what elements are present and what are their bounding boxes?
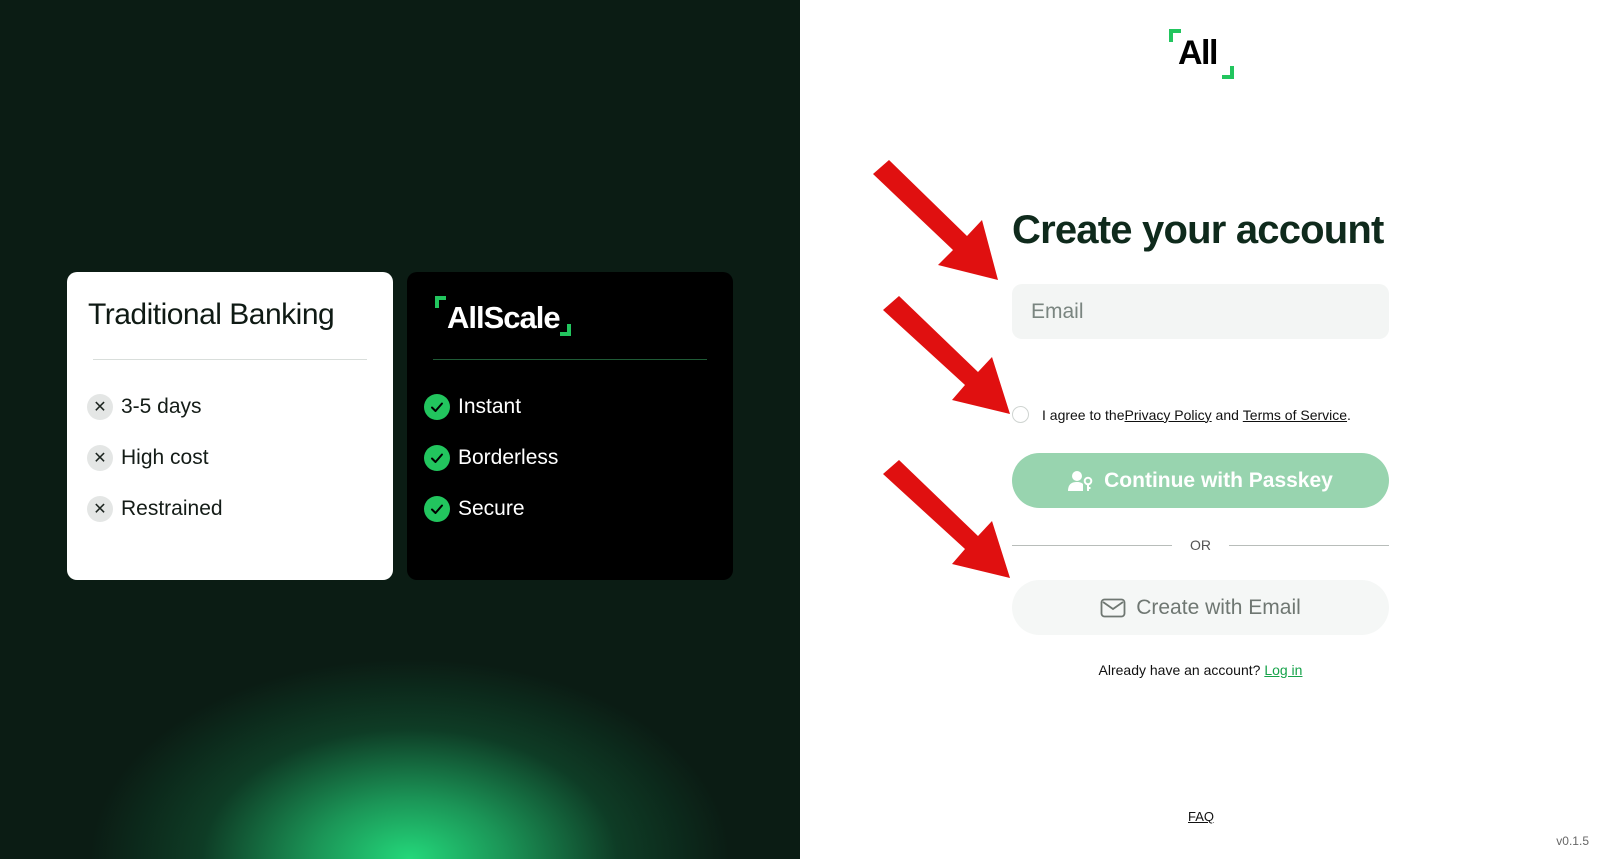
check-icon — [424, 445, 450, 471]
close-icon: ✕ — [87, 445, 113, 471]
page-title: Create your account — [1012, 208, 1384, 252]
passkey-user-icon — [1068, 470, 1094, 492]
list-item: Instant — [424, 394, 558, 420]
terms-of-service-link[interactable]: Terms of Service — [1243, 407, 1347, 423]
brand-logo-text: All — [1178, 34, 1218, 72]
list-item: Secure — [424, 496, 558, 522]
agree-prefix: I agree to the — [1042, 406, 1125, 423]
create-with-email-button[interactable]: Create with Email — [1012, 580, 1389, 635]
list-item: ✕ Restrained — [87, 496, 223, 522]
feature-label: 3-5 days — [121, 395, 202, 418]
login-prompt-text: Already have an account? — [1098, 662, 1265, 678]
email-button-label: Create with Email — [1136, 595, 1301, 619]
agree-suffix: . — [1347, 406, 1351, 423]
traditional-banking-title: Traditional Banking — [88, 298, 335, 331]
page: Traditional Banking ✕ 3-5 days ✕ High co… — [0, 0, 1600, 859]
check-icon — [424, 394, 450, 420]
marketing-panel: Traditional Banking ✕ 3-5 days ✕ High co… — [0, 0, 800, 859]
list-item: ✕ 3-5 days — [87, 394, 223, 420]
card-divider — [433, 359, 707, 360]
traditional-banking-card: Traditional Banking ✕ 3-5 days ✕ High co… — [67, 272, 393, 580]
version-label: v0.1.5 — [1556, 834, 1589, 848]
feature-label: Restrained — [121, 497, 223, 520]
faq-link[interactable]: FAQ — [1188, 809, 1214, 824]
agree-middle: and — [1211, 406, 1243, 423]
close-icon: ✕ — [87, 496, 113, 522]
allscale-feature-list: Instant Borderless Secure — [424, 394, 558, 547]
email-field[interactable] — [1012, 284, 1389, 339]
or-divider: OR — [1012, 535, 1389, 555]
divider-line — [1012, 544, 1172, 546]
allscale-card: AllScale Instant Borderless Secure — [407, 272, 733, 580]
feature-label: Instant — [458, 395, 522, 418]
feature-label: Secure — [458, 497, 525, 520]
passkey-button-label: Continue with Passkey — [1104, 468, 1333, 492]
divider-line — [1229, 544, 1389, 546]
check-icon — [424, 496, 450, 522]
terms-checkbox[interactable] — [1012, 406, 1029, 423]
brand-logo: All — [1168, 28, 1236, 80]
list-item: Borderless — [424, 445, 558, 471]
feature-label: High cost — [121, 446, 209, 469]
log-in-link[interactable]: Log in — [1264, 662, 1302, 678]
login-prompt: Already have an account? Log in — [1012, 662, 1389, 678]
close-icon: ✕ — [87, 394, 113, 420]
or-label: OR — [1190, 537, 1211, 553]
list-item: ✕ High cost — [87, 445, 223, 471]
continue-with-passkey-button[interactable]: Continue with Passkey — [1012, 453, 1389, 508]
card-divider — [93, 359, 367, 360]
terms-agreement: I agree to the Privacy Policy and Terms … — [1012, 406, 1351, 423]
allscale-logo: AllScale — [433, 294, 583, 338]
traditional-feature-list: ✕ 3-5 days ✕ High cost ✕ Restrained — [87, 394, 223, 547]
signup-panel: All Create your account I agree to the P… — [800, 0, 1600, 859]
mail-icon — [1100, 598, 1126, 618]
privacy-policy-link[interactable]: Privacy Policy — [1125, 407, 1212, 423]
allscale-logo-text: AllScale — [447, 300, 561, 335]
feature-label: Borderless — [458, 446, 559, 469]
